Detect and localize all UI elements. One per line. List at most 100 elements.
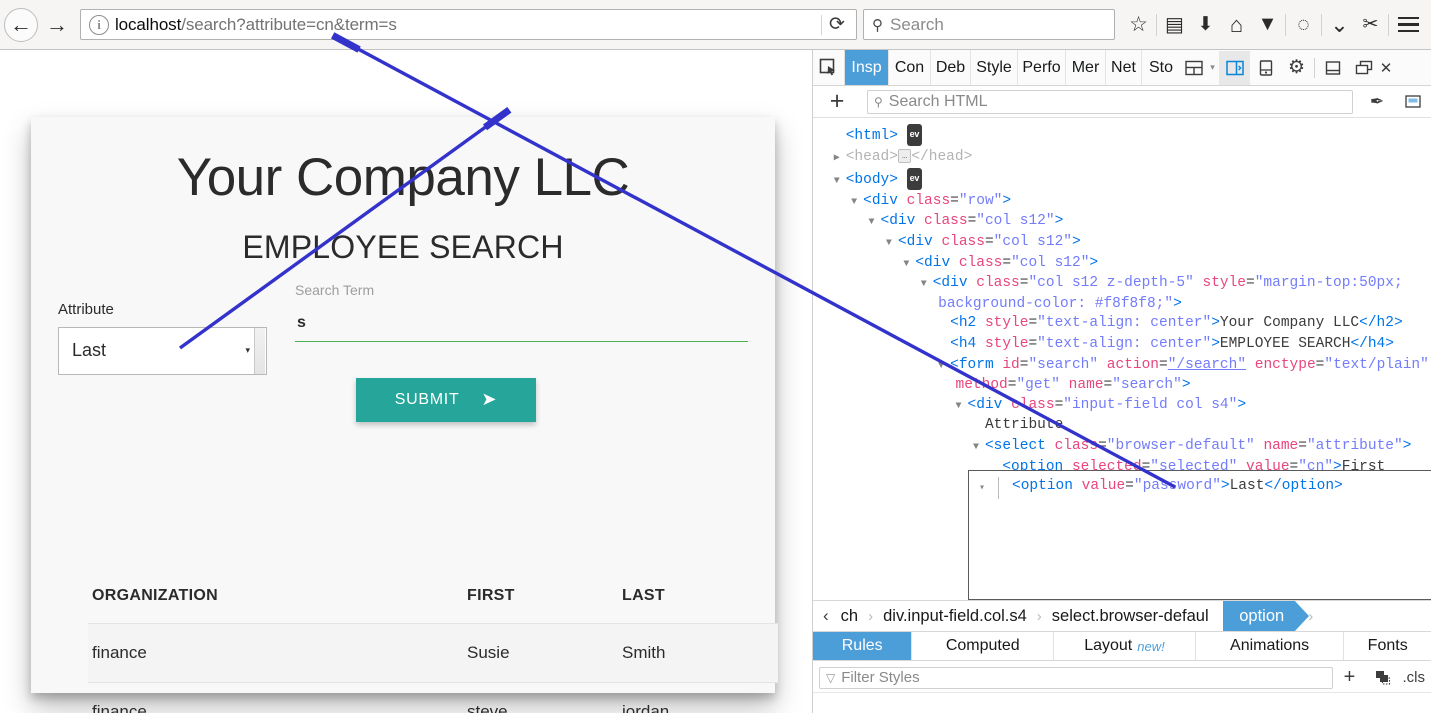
dom-tree-line[interactable]: background-color: #f8f8f8;">: [825, 295, 1431, 315]
add-rule-button[interactable]: +: [1333, 666, 1367, 689]
dom-token: =: [1298, 437, 1307, 454]
eyedropper-icon[interactable]: ✒: [1359, 92, 1395, 112]
tab-animations[interactable]: Animations: [1196, 632, 1345, 660]
dom-tree-line[interactable]: ▼ <select class="browser-default" name="…: [825, 437, 1431, 458]
search-term-input[interactable]: s: [295, 298, 748, 342]
dom-tree-line[interactable]: ▼ <div class="col s12">: [825, 212, 1431, 233]
search-bar[interactable]: ⚲ Search: [863, 9, 1115, 40]
chevron-down-icon[interactable]: ⌄: [1324, 6, 1355, 44]
settings-gear-icon[interactable]: ⚙: [1281, 51, 1312, 85]
tab-layout[interactable]: Layout new!: [1054, 632, 1196, 660]
breadcrumb-item-div[interactable]: div.input-field.col.s4: [879, 607, 1031, 626]
tab-fonts[interactable]: Fonts: [1344, 632, 1431, 660]
dom-tree-line[interactable]: ▼ <div class="col s12 z-depth-5" style="…: [825, 274, 1431, 295]
responsive-design-icon[interactable]: [1250, 51, 1281, 85]
dom-tree-line[interactable]: ▼ <div class="col s12">: [825, 233, 1431, 254]
breadcrumb-back-button[interactable]: ‹: [813, 606, 837, 626]
cls-toggle-button[interactable]: .cls: [1401, 669, 1426, 686]
dom-tree-line[interactable]: method="get" name="search">: [825, 376, 1431, 396]
tab-style-editor[interactable]: Style: [971, 50, 1018, 85]
dom-tree-line[interactable]: ▶ <head>… </head>: [825, 148, 1431, 169]
search-html-input[interactable]: ⚲ Search HTML: [867, 89, 1353, 114]
site-info-icon[interactable]: i: [89, 14, 109, 35]
reload-button[interactable]: ⟳: [822, 11, 852, 39]
element-picker-icon[interactable]: [813, 50, 845, 85]
breadcrumb-item-option[interactable]: option: [1208, 601, 1310, 631]
close-icon[interactable]: ✕: [1379, 51, 1393, 85]
dom-tree-line[interactable]: Attribute: [825, 416, 1431, 437]
address-bar[interactable]: i localhost/search?attribute=cn&term=s ⟳: [80, 9, 857, 40]
table-row[interactable]: finance Susie Smith: [88, 623, 778, 682]
dom-token: class: [958, 254, 1003, 271]
dom-tree-line[interactable]: ▼ <div class="row">: [825, 192, 1431, 213]
dom-tree-line[interactable]: ▼ <div class="col s12">: [825, 254, 1431, 275]
tab-memory[interactable]: Mer: [1066, 50, 1106, 85]
dom-token: =: [950, 192, 959, 209]
table-header-row: ORGANIZATION FIRST LAST: [88, 577, 778, 623]
tab-rules[interactable]: Rules: [813, 632, 913, 660]
screenshot-icon[interactable]: ✂: [1355, 6, 1386, 44]
twisty-icon[interactable]: ▼: [834, 176, 846, 187]
pocket-icon[interactable]: ▼: [1252, 6, 1283, 44]
twisty-icon[interactable]: ▼: [903, 259, 915, 270]
cookie-icon[interactable]: ◌: [1288, 6, 1319, 44]
twisty-icon[interactable]: ▼: [973, 442, 985, 453]
dom-tree-line[interactable]: ▼ <body> ev: [825, 168, 1431, 192]
tab-console[interactable]: Con: [889, 50, 931, 85]
dom-tree-line[interactable]: <h4 style="text-align: center">EMPLOYEE …: [825, 335, 1431, 356]
dom-token: >: [1402, 437, 1412, 454]
library-icon[interactable]: ▤: [1159, 6, 1190, 44]
layout-split-icon[interactable]: [1182, 51, 1206, 85]
cell-first: Susie: [467, 643, 510, 662]
tab-inspector[interactable]: Insp: [845, 50, 889, 85]
tab-storage[interactable]: Sto: [1142, 50, 1180, 85]
tab-network[interactable]: Net: [1106, 50, 1142, 85]
chevron-down-icon[interactable]: ▾: [1206, 51, 1219, 85]
attribute-select[interactable]: Last ▾: [58, 326, 267, 375]
dom-token: <head>: [845, 148, 898, 165]
add-node-button[interactable]: +: [813, 89, 861, 114]
forward-button[interactable]: →: [40, 8, 74, 42]
home-icon[interactable]: ⌂: [1221, 6, 1252, 44]
tab-performance[interactable]: Perfo: [1018, 50, 1066, 85]
dock-bottom-icon[interactable]: [1317, 51, 1348, 85]
filter-styles-input[interactable]: ▽ Filter Styles: [819, 666, 1333, 689]
selected-dom-node[interactable]: ▾ <option value="password">Last</option>: [968, 470, 1431, 600]
dom-token: >: [1173, 295, 1182, 312]
downloads-icon[interactable]: ⬇: [1190, 6, 1221, 44]
twisty-icon[interactable]: ▶: [834, 153, 846, 164]
twisty-icon[interactable]: ▼: [886, 238, 898, 249]
dom-token: class: [906, 192, 951, 209]
dom-tree-line[interactable]: ▼ <form id="search" action="/search" enc…: [825, 356, 1431, 377]
breadcrumb-item-ch[interactable]: ch: [837, 607, 862, 626]
dock-window-icon[interactable]: [1348, 51, 1379, 85]
twisty-icon[interactable]: ▼: [921, 279, 933, 290]
dom-token: >: [1054, 213, 1064, 230]
submit-button[interactable]: SUBMIT ➤: [356, 377, 536, 422]
split-console-icon[interactable]: [1219, 50, 1250, 85]
dom-tree-line[interactable]: <h2 style="text-align: center">Your Comp…: [825, 314, 1431, 335]
tab-debugger[interactable]: Deb: [931, 50, 971, 85]
dom-tree[interactable]: <html> ev ▶ <head>… </head> ▼ <body> ev ▼…: [813, 118, 1431, 600]
table-row[interactable]: finance steve jordan: [88, 682, 778, 713]
breadcrumb-item-select[interactable]: select.browser-default: [1048, 607, 1217, 626]
menu-button[interactable]: [1391, 6, 1425, 44]
bookmark-star-icon[interactable]: ☆: [1123, 6, 1154, 44]
screenshot-node-icon[interactable]: [1395, 94, 1431, 109]
tab-computed[interactable]: Computed: [912, 632, 1055, 660]
twisty-icon[interactable]: ▼: [938, 361, 950, 372]
dom-token: [1194, 275, 1203, 291]
dom-tree-line[interactable]: <html> ev: [825, 124, 1431, 148]
pseudo-class-icon[interactable]: [1367, 670, 1401, 686]
back-button[interactable]: ←: [4, 7, 38, 42]
dom-tree-line[interactable]: ▼ <div class="input-field col s4">: [825, 396, 1431, 417]
twisty-icon[interactable]: ▼: [869, 217, 881, 228]
twisty-icon[interactable]: ▼: [956, 401, 968, 412]
twisty-icon[interactable]: ▾: [979, 477, 1000, 499]
select-scrollbar[interactable]: [254, 327, 265, 374]
twisty-icon[interactable]: ▼: [851, 197, 863, 208]
dom-token: "text/plain": [1324, 356, 1429, 373]
